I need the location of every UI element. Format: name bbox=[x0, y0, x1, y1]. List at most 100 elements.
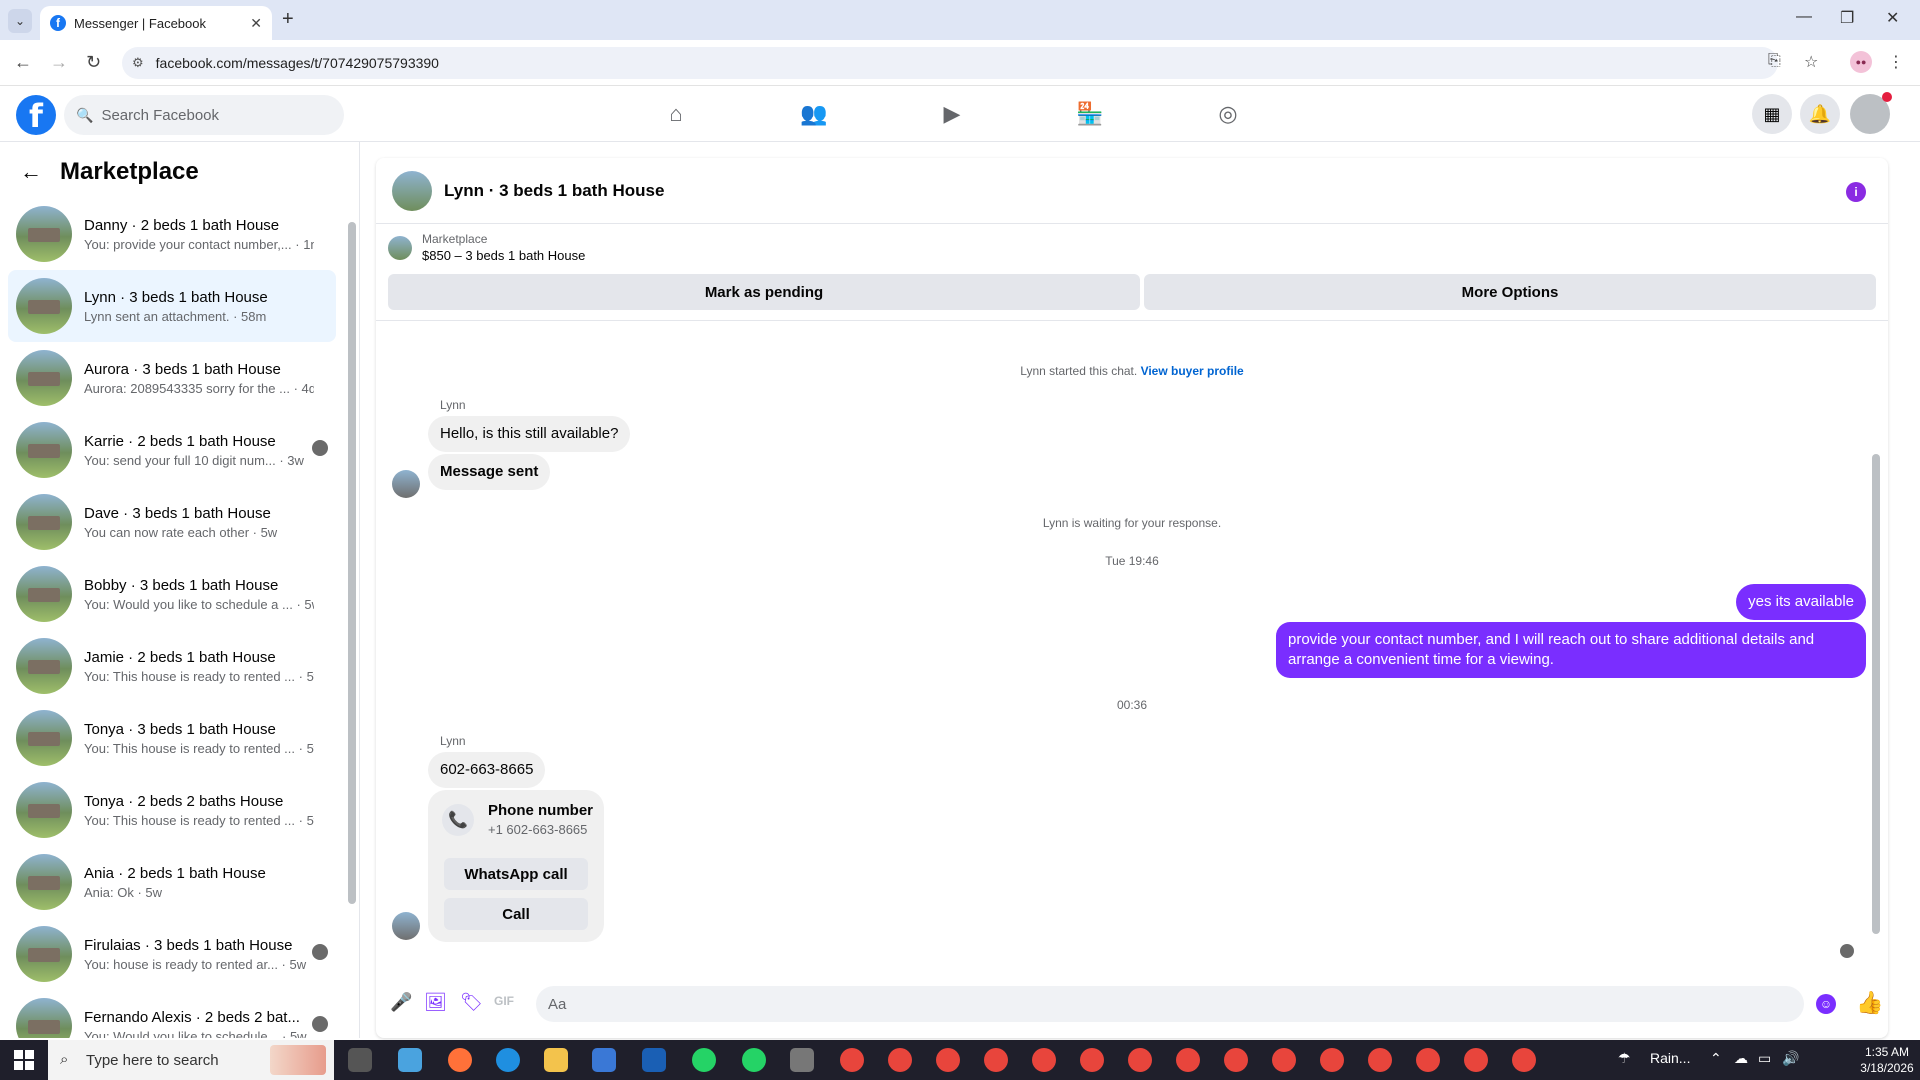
listing-summary[interactable]: Marketplace $850 – 3 beds 1 bath House bbox=[388, 232, 585, 263]
close-window-icon[interactable]: ✕ bbox=[1886, 8, 1899, 28]
chrome-app-icon[interactable] bbox=[1416, 1048, 1440, 1072]
chat-avatar[interactable] bbox=[392, 170, 432, 211]
sender-avatar[interactable] bbox=[392, 912, 420, 940]
friends-icon[interactable]: 👥 bbox=[800, 100, 828, 128]
minimize-icon[interactable]: — bbox=[1796, 8, 1812, 26]
back-arrow-icon[interactable]: ← bbox=[20, 159, 42, 185]
facebook-search-input[interactable]: 🔍 Search Facebook bbox=[64, 95, 344, 135]
browser-tab[interactable]: f Messenger | Facebook ✕ bbox=[40, 6, 272, 40]
thumbs-up-icon[interactable]: 👍 bbox=[1856, 990, 1883, 1016]
chrome-app-icon[interactable] bbox=[1272, 1048, 1296, 1072]
conversation-item[interactable]: Tonya · 2 beds 2 baths House You: This ho… bbox=[8, 774, 336, 846]
microphone-icon[interactable]: 🎤 bbox=[390, 992, 412, 1013]
install-app-icon[interactable]: ⎘ bbox=[1768, 52, 1781, 70]
notepad-app-icon[interactable] bbox=[398, 1048, 422, 1072]
groups-icon[interactable]: ◎ bbox=[1214, 100, 1242, 128]
conversation-item[interactable]: Ania · 2 beds 1 bath House Ania: Ok · 5w bbox=[8, 846, 336, 918]
scrollbar-thumb[interactable] bbox=[348, 222, 356, 904]
chrome-app-icon[interactable] bbox=[1464, 1048, 1488, 1072]
incoming-message[interactable]: Message sent bbox=[428, 454, 551, 490]
onedrive-icon[interactable]: ☁ bbox=[1734, 1050, 1748, 1067]
account-avatar[interactable] bbox=[1850, 92, 1892, 134]
whatsapp-call-button[interactable]: WhatsApp call bbox=[444, 858, 588, 890]
weather-text[interactable]: Rain... bbox=[1650, 1050, 1690, 1066]
conversation-item[interactable]: Dave · 3 beds 1 bath House You can now ra… bbox=[8, 486, 336, 558]
view-buyer-profile-link[interactable]: View buyer profile bbox=[1141, 364, 1244, 378]
edge-app-icon[interactable] bbox=[496, 1048, 520, 1072]
tray-chevron-icon[interactable]: ⌃ bbox=[1710, 1050, 1722, 1067]
outlook-app-icon[interactable] bbox=[642, 1048, 666, 1072]
emoji-icon[interactable]: ☺ bbox=[1816, 994, 1836, 1014]
chrome-app-icon[interactable] bbox=[840, 1048, 864, 1072]
browser-menu-icon[interactable]: ⋮ bbox=[1888, 52, 1904, 72]
marketplace-icon[interactable]: 🏪 bbox=[1076, 100, 1104, 128]
scrollbar-thumb[interactable] bbox=[1872, 454, 1880, 934]
conversation-item[interactable]: Danny · 2 beds 1 bath House You: provide … bbox=[8, 198, 336, 270]
more-options-button[interactable]: More Options bbox=[1144, 274, 1876, 310]
incoming-message[interactable]: 602-663-8665 bbox=[428, 752, 546, 788]
facebook-logo-icon[interactable]: f bbox=[16, 95, 56, 135]
whatsapp-app-icon[interactable] bbox=[692, 1048, 716, 1072]
outgoing-message[interactable]: provide your contact number, and I will … bbox=[1276, 622, 1866, 678]
chrome-app-icon[interactable] bbox=[1320, 1048, 1344, 1072]
chrome-app-icon[interactable] bbox=[1080, 1048, 1104, 1072]
chrome-app-icon[interactable] bbox=[936, 1048, 960, 1072]
site-info-icon[interactable]: ⚙ bbox=[132, 55, 144, 71]
chrome-app-icon[interactable] bbox=[1128, 1048, 1152, 1072]
taskbar-search-input[interactable]: ⌕ Type here to search bbox=[48, 1040, 334, 1080]
task-view-icon[interactable] bbox=[348, 1048, 372, 1072]
mark-as-pending-button[interactable]: Mark as pending bbox=[388, 274, 1140, 310]
conversation-item-active[interactable]: Lynn · 3 beds 1 bath House Lynn sent an a… bbox=[8, 270, 336, 342]
call-button[interactable]: Call bbox=[444, 898, 588, 930]
taskbar-clock[interactable]: 1:35 AM 3/18/2026 bbox=[1852, 1044, 1920, 1076]
conversation-item[interactable]: Karrie · 2 beds 1 bath House You: send yo… bbox=[8, 414, 336, 486]
conversation-item[interactable]: Firulaias · 3 beds 1 bath House You: hous… bbox=[8, 918, 336, 990]
chrome-app-icon[interactable] bbox=[1224, 1048, 1248, 1072]
chrome-app-icon[interactable] bbox=[984, 1048, 1008, 1072]
conversation-item[interactable]: Tonya · 3 beds 1 bath House You: This hou… bbox=[8, 702, 336, 774]
incoming-message[interactable]: Hello, is this still available? bbox=[428, 416, 631, 452]
home-icon[interactable]: ⌂ bbox=[662, 100, 690, 128]
forward-icon[interactable]: → bbox=[50, 52, 68, 73]
url-field[interactable]: ⚙ facebook.com/messages/t/70742907579339… bbox=[122, 47, 1778, 79]
back-icon[interactable]: ← bbox=[14, 52, 32, 73]
new-tab-button[interactable]: + bbox=[282, 8, 294, 31]
outgoing-message[interactable]: yes its available bbox=[1736, 584, 1866, 620]
photo-icon[interactable]: 🖼 bbox=[424, 992, 447, 1013]
browser-profile-avatar[interactable]: ●● bbox=[1850, 51, 1872, 73]
video-icon[interactable]: ▶ bbox=[938, 100, 966, 128]
gif-icon[interactable]: GIF bbox=[494, 994, 514, 1008]
file-explorer-icon[interactable] bbox=[544, 1048, 568, 1072]
menu-grid-icon[interactable]: ▦ bbox=[1752, 94, 1792, 134]
network-icon[interactable]: ▭ bbox=[1758, 1050, 1771, 1067]
sticker-icon[interactable]: 🏷 bbox=[460, 992, 483, 1013]
chat-scrollbar[interactable] bbox=[1872, 328, 1880, 968]
message-input[interactable]: Aa bbox=[536, 986, 1804, 1022]
chrome-app-icon[interactable] bbox=[1176, 1048, 1200, 1072]
volume-icon[interactable]: 🔊 bbox=[1782, 1050, 1799, 1067]
chrome-app-icon[interactable] bbox=[1032, 1048, 1056, 1072]
firefox-app-icon[interactable] bbox=[448, 1048, 472, 1072]
info-icon[interactable]: i bbox=[1846, 182, 1866, 202]
conversation-item[interactable]: Fernando Alexis · 2 beds 2 bat... You: Wo… bbox=[8, 990, 336, 1038]
tab-list-button[interactable]: ⌄ bbox=[8, 9, 32, 33]
windows-start-icon[interactable] bbox=[14, 1050, 34, 1070]
close-tab-icon[interactable]: ✕ bbox=[250, 15, 262, 32]
whatsapp-app-icon[interactable] bbox=[742, 1048, 766, 1072]
sender-avatar[interactable] bbox=[392, 470, 420, 498]
chrome-app-icon[interactable] bbox=[888, 1048, 912, 1072]
sidebar-scrollbar[interactable] bbox=[348, 208, 356, 1034]
chrome-app-icon[interactable] bbox=[1512, 1048, 1536, 1072]
conversation-item[interactable]: Bobby · 3 beds 1 bath House You: Would yo… bbox=[8, 558, 336, 630]
store-app-icon[interactable] bbox=[592, 1048, 616, 1072]
conversation-item[interactable]: Aurora · 3 beds 1 bath House Aurora: 2089… bbox=[8, 342, 336, 414]
chat-title[interactable]: Lynn · 3 beds 1 bath House bbox=[444, 181, 664, 201]
weather-icon[interactable]: ☂ bbox=[1618, 1050, 1631, 1067]
chrome-app-icon[interactable] bbox=[1368, 1048, 1392, 1072]
notifications-bell-icon[interactable]: 🔔 bbox=[1800, 94, 1840, 134]
conversation-item[interactable]: Jamie · 2 beds 1 bath House You: This hou… bbox=[8, 630, 336, 702]
window-app-icon[interactable] bbox=[790, 1048, 814, 1072]
reload-icon[interactable]: ↻ bbox=[86, 52, 101, 73]
restore-icon[interactable]: ❐ bbox=[1840, 8, 1854, 28]
bookmark-star-icon[interactable]: ☆ bbox=[1804, 52, 1818, 72]
